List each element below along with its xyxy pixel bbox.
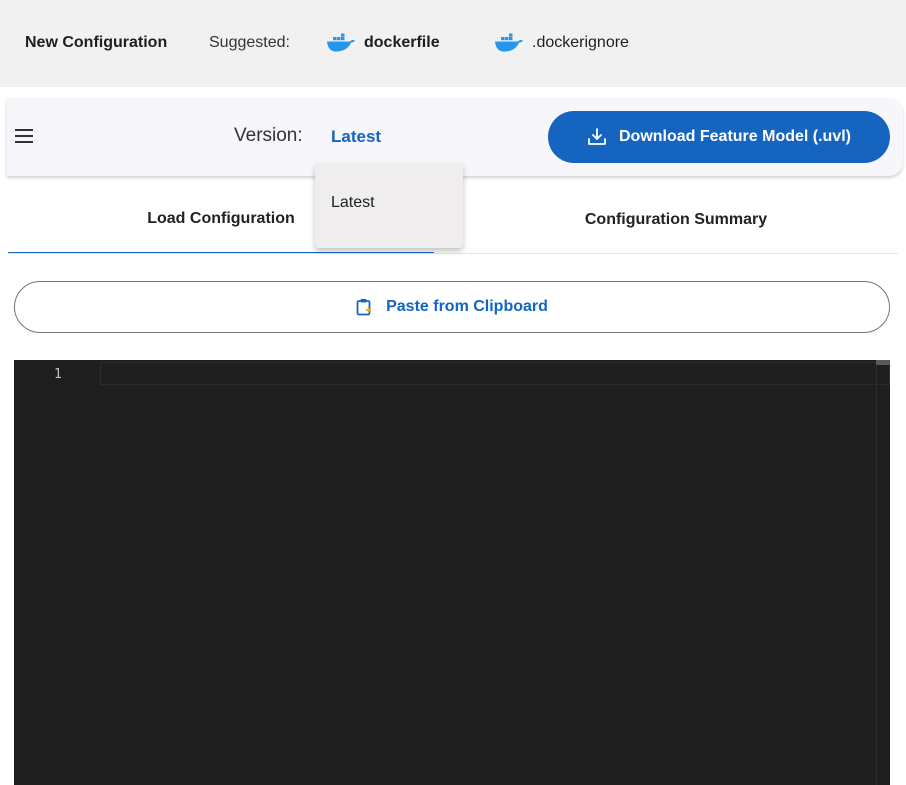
- download-button-label: Download Feature Model (.uvl): [618, 128, 851, 145]
- suggestion-dockerignore[interactable]: .dockerignore: [494, 30, 629, 56]
- editor-scrollbar-thumb[interactable]: [876, 360, 890, 365]
- paste-button-label: Paste from Clipboard: [386, 298, 548, 315]
- current-line-highlight: [100, 362, 890, 385]
- clipboard-paste-icon: [356, 299, 372, 316]
- docker-icon: [327, 33, 355, 52]
- version-select[interactable]: Latest: [331, 127, 381, 147]
- editor-scrollbar[interactable]: [876, 360, 890, 785]
- suggestion-label: dockerfile: [364, 34, 440, 51]
- hamburger-menu-icon[interactable]: [13, 125, 35, 147]
- docker-icon: [495, 33, 523, 52]
- line-number: 1: [54, 367, 62, 382]
- suggested-label: Suggested:: [209, 34, 290, 51]
- tab-configuration-summary[interactable]: Configuration Summary: [454, 186, 898, 254]
- code-editor[interactable]: 1: [14, 360, 890, 785]
- paste-from-clipboard-button[interactable]: Paste from Clipboard: [14, 281, 890, 333]
- version-dropdown-menu: Latest: [315, 163, 463, 248]
- download-icon: [588, 128, 606, 145]
- suggestion-dockerfile[interactable]: dockerfile: [326, 30, 440, 56]
- new-configuration-label: New Configuration: [25, 34, 168, 51]
- top-suggestion-bar: New Configuration Suggested: dockerfile …: [0, 0, 906, 87]
- suggestion-label: .dockerignore: [532, 34, 629, 51]
- download-feature-model-button[interactable]: Download Feature Model (.uvl): [548, 111, 890, 163]
- version-option-latest[interactable]: Latest: [331, 194, 375, 212]
- tab-divider: [8, 253, 898, 254]
- version-label: Version:: [234, 125, 303, 146]
